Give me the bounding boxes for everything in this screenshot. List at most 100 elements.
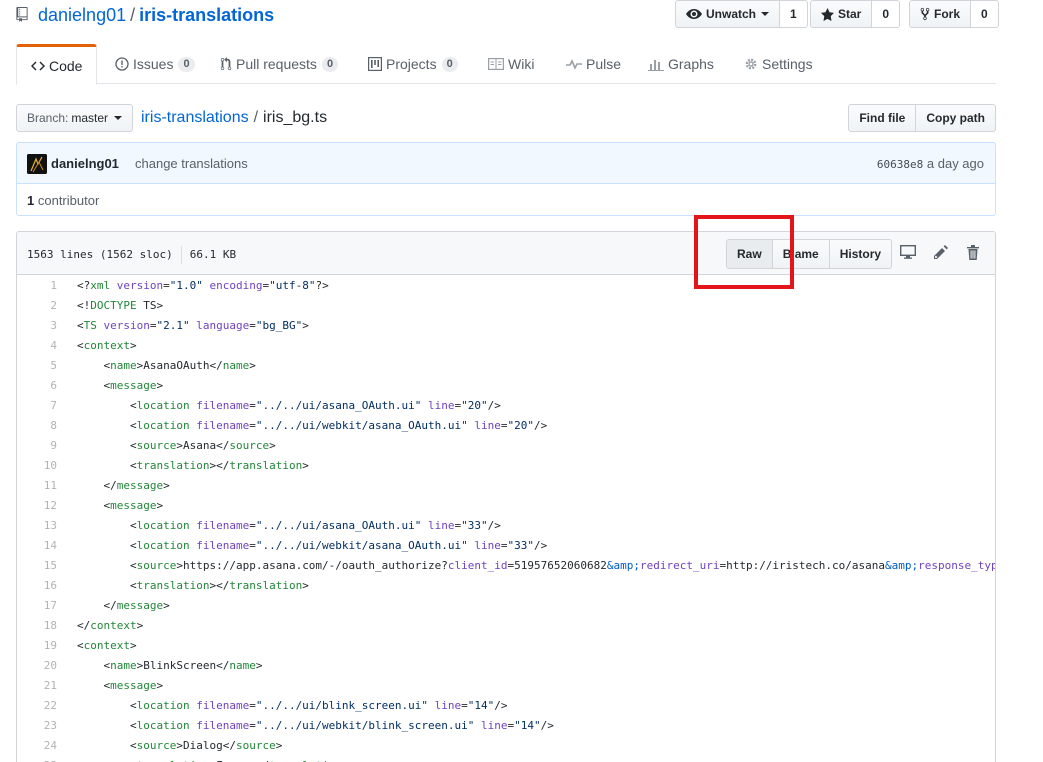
tab-issues[interactable]: Issues 0 — [115, 44, 195, 84]
line-content: <context> — [77, 339, 137, 352]
line-number[interactable]: 3 — [17, 316, 57, 336]
tab-wiki-label: Wiki — [508, 56, 535, 72]
tab-pulse[interactable]: Pulse — [566, 44, 621, 84]
commit-sha-link[interactable]: 60638e8 — [877, 158, 923, 171]
find-file-button[interactable]: Find file — [848, 104, 917, 132]
tab-projects[interactable]: Projects 0 — [368, 44, 458, 84]
history-button[interactable]: History — [829, 239, 893, 269]
line-number[interactable]: 2 — [17, 296, 57, 316]
code-line: 13 <location filename="../../ui/asana_OA… — [17, 516, 995, 536]
file-viewer: 1563 lines (1562 sloc) 66.1 KB Raw Blame … — [16, 231, 996, 762]
line-number[interactable]: 10 — [17, 456, 57, 476]
line-number[interactable]: 24 — [17, 736, 57, 756]
watch-group: Unwatch 1 — [675, 0, 808, 28]
blame-button[interactable]: Blame — [772, 239, 830, 269]
tab-code-label: Code — [49, 57, 83, 74]
line-number[interactable]: 7 — [17, 396, 57, 416]
raw-button[interactable]: Raw — [726, 239, 773, 269]
code-line: 17 </message> — [17, 596, 995, 616]
line-content: <name>BlinkScreen</name> — [77, 659, 263, 672]
line-content: <context> — [77, 639, 137, 652]
line-content: <message> — [77, 379, 164, 392]
line-number[interactable]: 6 — [17, 376, 57, 396]
code-blob[interactable]: 1 <?xml version="1.0" encoding="utf-8"?> 2… — [17, 276, 995, 762]
tab-wiki[interactable]: Wiki — [488, 44, 534, 84]
breadcrumb-root-link[interactable]: iris-translations — [141, 109, 249, 126]
line-number[interactable]: 8 — [17, 416, 57, 436]
contributors-bar[interactable]: 1 contributor — [16, 184, 996, 216]
line-content: <location filename="../../ui/asana_OAuth… — [77, 519, 501, 532]
line-number[interactable]: 1 — [17, 276, 57, 296]
line-number[interactable]: 16 — [17, 576, 57, 596]
fork-label: Fork — [934, 7, 961, 21]
code-line: 7 <location filename="../../ui/asana_OAu… — [17, 396, 995, 416]
line-number[interactable]: 23 — [17, 716, 57, 736]
branch-name: master — [71, 111, 109, 125]
line-number[interactable]: 12 — [17, 496, 57, 516]
file-nav-buttons: Find file Copy path — [848, 104, 996, 132]
repo-name-link[interactable]: iris-translations — [139, 5, 274, 25]
line-number[interactable]: 22 — [17, 696, 57, 716]
branch-select-button[interactable]: Branch: master — [16, 104, 134, 132]
line-content: </message> — [77, 599, 170, 612]
line-content: <location filename="../../ui/asana_OAuth… — [77, 399, 501, 412]
tab-projects-label: Projects — [386, 56, 437, 72]
contributors-count: 1 — [27, 193, 35, 208]
tab-settings[interactable]: Settings — [744, 44, 813, 84]
unwatch-button[interactable]: Unwatch — [675, 0, 781, 28]
trash-icon[interactable] — [967, 245, 979, 260]
fork-icon — [920, 7, 930, 21]
chevron-down-icon — [761, 12, 770, 16]
line-number[interactable]: 11 — [17, 476, 57, 496]
commit-message-link[interactable]: change translations — [135, 156, 248, 171]
line-content: </message> — [77, 479, 170, 492]
line-number[interactable]: 5 — [17, 356, 57, 376]
tab-pull-requests[interactable]: Pull requests 0 — [220, 44, 339, 84]
repo-owner-link[interactable]: danielng01 — [38, 5, 126, 25]
pull-requests-counter: 0 — [321, 56, 339, 72]
breadcrumb-separator: / — [253, 109, 259, 126]
line-content: <!DOCTYPE TS> — [77, 299, 164, 312]
file-line-count: 1563 lines (1562 sloc) — [27, 248, 173, 261]
star-icon — [821, 7, 834, 21]
line-number[interactable]: 15 — [17, 556, 57, 576]
tab-graphs-label: Graphs — [668, 56, 714, 72]
line-number[interactable]: 13 — [17, 516, 57, 536]
commit-tease: danielng01 change translations 60638e8 a… — [16, 142, 996, 184]
line-number[interactable]: 18 — [17, 616, 57, 636]
forks-count[interactable]: 0 — [971, 0, 999, 28]
fork-button[interactable]: Fork — [909, 0, 972, 28]
line-content: <translation></translation> — [77, 459, 309, 472]
star-button[interactable]: Star — [810, 0, 873, 28]
line-number[interactable]: 20 — [17, 656, 57, 676]
desktop-icon[interactable] — [900, 245, 916, 259]
line-number[interactable]: 21 — [17, 676, 57, 696]
pull-request-icon — [220, 57, 232, 71]
code-line: 3 <TS version="2.1" language="bg_BG"> — [17, 316, 995, 336]
tab-code[interactable]: Code — [16, 44, 98, 85]
file-actions: Raw Blame History — [726, 239, 893, 269]
line-number[interactable]: 9 — [17, 436, 57, 456]
avatar[interactable] — [27, 154, 47, 174]
line-number[interactable]: 4 — [17, 336, 57, 356]
graph-icon — [648, 60, 664, 71]
pencil-icon[interactable] — [934, 245, 948, 259]
line-content: <location filename="../../ui/webkit/asan… — [77, 539, 548, 552]
code-line: 4 <context> — [17, 336, 995, 356]
tab-issues-label: Issues — [133, 56, 174, 72]
code-line: 23 <location filename="../../ui/webkit/b… — [17, 716, 995, 736]
commit-author-link[interactable]: danielng01 — [51, 156, 119, 171]
watchers-count[interactable]: 1 — [780, 0, 808, 28]
commit-meta: 60638e8 a day ago — [877, 156, 984, 171]
file-size: 66.1 KB — [189, 248, 237, 261]
line-number[interactable]: 14 — [17, 536, 57, 556]
chevron-down-icon — [114, 116, 123, 120]
code-line: 14 <location filename="../../ui/webkit/a… — [17, 536, 995, 556]
line-number[interactable]: 17 — [17, 596, 57, 616]
line-number[interactable]: 19 — [17, 636, 57, 656]
copy-path-button[interactable]: Copy path — [916, 104, 996, 132]
stargazers-count[interactable]: 0 — [872, 0, 901, 28]
tab-graphs[interactable]: Graphs — [648, 44, 714, 84]
code-line: 6 <message> — [17, 376, 995, 396]
line-number[interactable]: 25 — [17, 756, 57, 762]
